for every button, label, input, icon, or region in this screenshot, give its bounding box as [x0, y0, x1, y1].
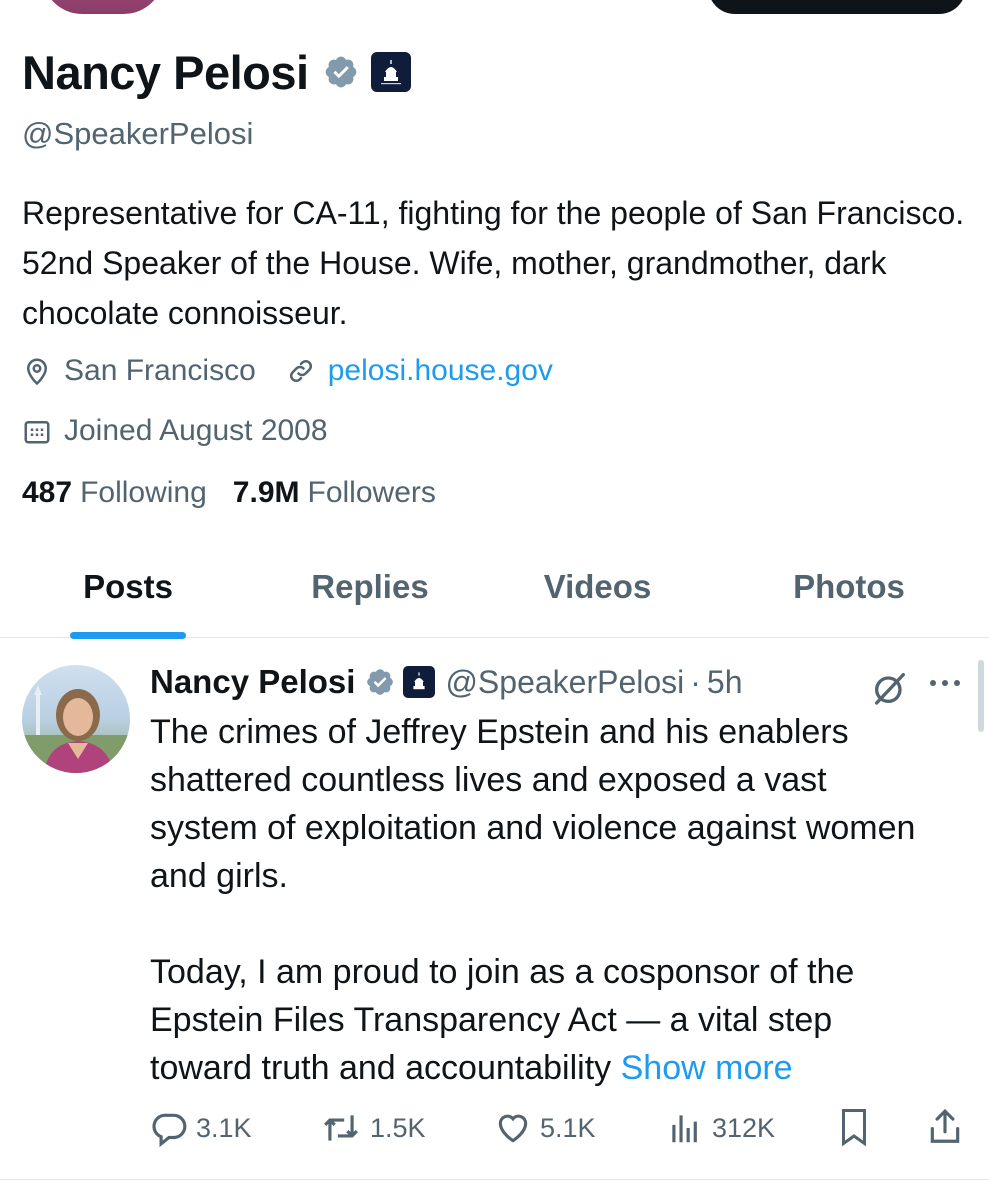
views-button[interactable]: 312K	[666, 1104, 775, 1152]
verified-badge-icon[interactable]	[365, 667, 395, 697]
reply-count: 3.1K	[196, 1112, 252, 1143]
profile-tabs: Posts Replies Videos Photos	[0, 560, 989, 639]
like-button[interactable]: 5.1K	[494, 1104, 596, 1152]
location-pin-icon	[26, 358, 48, 386]
tab-replies[interactable]: Replies	[290, 560, 450, 638]
following-stat[interactable]: 487 Following	[22, 476, 207, 510]
tab-photos[interactable]: Photos	[770, 560, 928, 638]
profile-joined: Joined August 2008	[22, 414, 328, 448]
profile-location: San Francisco	[22, 354, 256, 388]
tab-posts-label: Posts	[83, 568, 173, 605]
post-card[interactable]: Nancy Pelosi @SpeakerPelosi · 5h The cri…	[0, 640, 989, 1180]
capitol-affiliation-icon[interactable]	[403, 666, 436, 698]
share-icon[interactable]	[926, 1106, 964, 1148]
like-count: 5.1K	[540, 1112, 596, 1143]
profile-header: Nancy Pelosi @SpeakerPelosi Representati…	[22, 42, 967, 510]
capitol-affiliation-icon[interactable]	[370, 52, 411, 92]
website-link[interactable]: pelosi.house.gov	[328, 354, 553, 388]
verified-badge-icon[interactable]	[323, 54, 359, 90]
grok-icon[interactable]	[870, 668, 910, 708]
post-actions: 3.1K 1.5K 5.1K 312K	[150, 1104, 970, 1152]
tab-photos-label: Photos	[793, 568, 905, 605]
calendar-icon	[24, 421, 50, 444]
tab-active-indicator	[70, 632, 186, 639]
location-text: San Francisco	[64, 354, 256, 387]
following-label: Following	[80, 476, 207, 509]
repost-count: 1.5K	[370, 1112, 426, 1143]
tab-posts[interactable]: Posts	[70, 560, 186, 639]
post-author-name[interactable]: Nancy Pelosi	[150, 663, 355, 701]
follow-button[interactable]	[708, 0, 966, 14]
reply-button[interactable]: 3.1K	[150, 1104, 252, 1152]
post-header: Nancy Pelosi @SpeakerPelosi · 5h	[150, 658, 743, 706]
followers-count: 7.9M	[232, 476, 300, 509]
view-count: 312K	[712, 1112, 776, 1143]
post-paragraph: The crimes of Jeffrey Epstein and his en…	[150, 713, 916, 895]
profile-handle: @SpeakerPelosi	[22, 116, 254, 151]
followers-label: Followers	[307, 476, 436, 509]
bookmark-icon[interactable]	[836, 1106, 872, 1148]
joined-text: Joined August 2008	[64, 414, 328, 447]
scrollbar[interactable]	[978, 660, 984, 732]
profile-bio: Representative for CA-11, fighting for t…	[22, 195, 965, 331]
post-paragraph: Today, I am proud to join as a cosponsor…	[150, 948, 940, 1092]
reply-icon	[152, 1113, 187, 1147]
post-timestamp[interactable]: 5h	[707, 664, 743, 701]
profile-website[interactable]: pelosi.house.gov	[286, 354, 553, 388]
followers-stat[interactable]: 7.9M Followers	[233, 476, 436, 510]
repost-icon	[324, 1115, 358, 1141]
post-body: The crimes of Jeffrey Epstein and his en…	[150, 708, 940, 1092]
repost-button[interactable]: 1.5K	[320, 1104, 426, 1152]
post-separator: ·	[690, 663, 701, 700]
profile-avatar[interactable]	[38, 0, 168, 18]
following-count: 487	[22, 476, 73, 509]
tab-videos[interactable]: Videos	[520, 560, 675, 638]
post-author-handle[interactable]: @SpeakerPelosi	[445, 664, 684, 701]
tab-videos-label: Videos	[543, 568, 652, 605]
link-icon	[289, 359, 312, 383]
post-author-avatar[interactable]	[22, 665, 130, 773]
views-icon	[672, 1115, 697, 1143]
more-icon[interactable]	[928, 678, 962, 688]
like-icon	[498, 1114, 528, 1143]
tab-replies-label: Replies	[311, 568, 429, 605]
profile-display-name: Nancy Pelosi	[22, 45, 309, 99]
show-more-link[interactable]: Show more	[621, 1049, 793, 1087]
